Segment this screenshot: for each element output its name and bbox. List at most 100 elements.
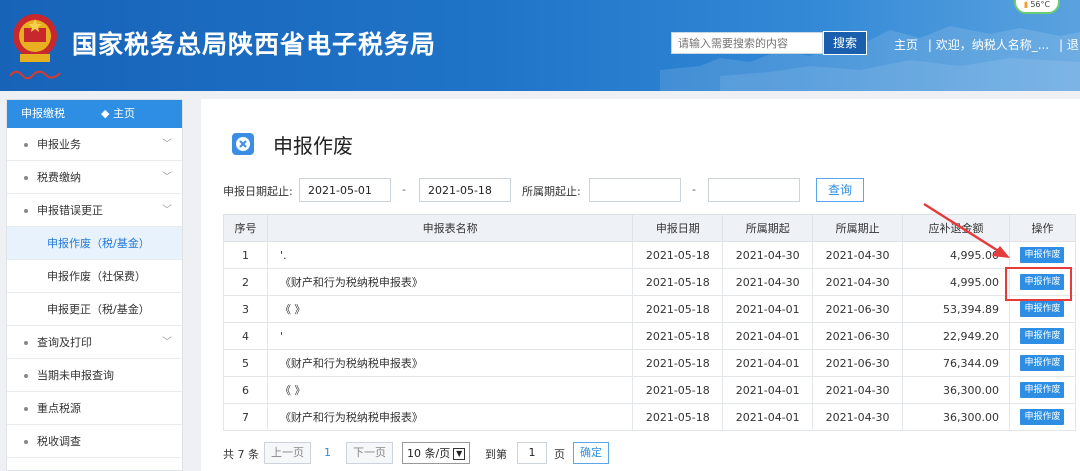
search-input[interactable] xyxy=(671,32,823,54)
table-cell: 2021-04-30 xyxy=(722,268,814,296)
pager-total: 共 7 条 xyxy=(223,448,259,461)
prev-page-button[interactable]: 上一页 xyxy=(264,442,311,464)
goto-label: 到第 xyxy=(485,448,507,461)
table-cell: 1 xyxy=(223,241,268,269)
sidebar-header-label: 申报缴税 xyxy=(21,107,65,120)
page-number[interactable]: 1 xyxy=(324,446,331,459)
void-declaration-button[interactable]: 申报作废 xyxy=(1020,328,1065,344)
table-cell: 2021-05-18 xyxy=(632,295,724,323)
table-row: 4 ' 2021-05-18 2021-04-01 2021-06-30 22,949.2… xyxy=(223,322,1077,350)
sidebar-item-label: 税费缴纳 xyxy=(37,171,81,184)
table-cell: 2 xyxy=(223,268,268,296)
goto-page-input[interactable]: 1 xyxy=(517,442,547,464)
table-row: 3 《 》 2021-05-18 2021-04-01 2021-06-30 53,394… xyxy=(223,295,1077,323)
date-from-input[interactable]: 2021-05-01 xyxy=(299,178,391,202)
sidebar-item-undeclared-query[interactable]: 当期未申报查询 xyxy=(7,359,182,392)
table-cell-action: 申报作废 xyxy=(1008,403,1077,431)
table-cell: 5 xyxy=(223,349,268,377)
table-cell: 36,300.00 xyxy=(902,376,1010,404)
period-to-input[interactable] xyxy=(708,178,800,202)
table-row: 2 《财产和行为税纳税申报表》 2021-05-18 2021-04-30 2021-0… xyxy=(223,268,1077,296)
bullet-icon xyxy=(24,374,28,378)
bullet-icon xyxy=(24,440,28,444)
table-cell: 2021-04-01 xyxy=(722,349,814,377)
table-cell: 4,995.00 xyxy=(902,268,1010,296)
table-cell: 《财产和行为税纳税申报表》 xyxy=(266,349,634,377)
chevron-down-icon: ﹀ xyxy=(162,139,172,150)
sidebar-item-void-tax[interactable]: 申报作废（税/基金） xyxy=(7,227,182,260)
void-declaration-button[interactable]: 申报作废 xyxy=(1020,355,1065,371)
bullet-icon xyxy=(24,407,28,411)
sidebar-item-label: 申报错误更正 xyxy=(37,204,103,217)
chevron-down-icon: ﹀ xyxy=(162,205,172,216)
table-header-row: 序号 申报表名称 申报日期 所属期起 所属期止 应补退金额 操作 xyxy=(223,214,1077,242)
query-button[interactable]: 查询 xyxy=(816,178,864,202)
column-header: 申报表名称 xyxy=(266,214,634,242)
sidebar-item-label: 申报业务 xyxy=(37,138,81,151)
table-cell: ' xyxy=(266,322,634,350)
main-panel: 申报作废 申报日期起止: 2021-05-01 - 2021-05-18 所属期… xyxy=(201,99,1080,471)
sidebar-item-void-social[interactable]: 申报作废（社保费） xyxy=(7,260,182,293)
chevron-down-icon: ﹀ xyxy=(162,337,172,348)
void-declaration-button[interactable]: 申报作废 xyxy=(1020,274,1065,290)
top-links: 主页 | 欢迎，纳税人名称_... | 退 xyxy=(894,36,1080,53)
sidebar-home-link[interactable]: ◆ 主页 xyxy=(101,100,135,128)
void-declaration-button[interactable]: 申报作废 xyxy=(1020,409,1065,425)
void-declaration-button[interactable]: 申报作废 xyxy=(1020,301,1065,317)
table-cell: 2021-04-01 xyxy=(722,322,814,350)
table-cell: 3 xyxy=(223,295,268,323)
column-header: 申报日期 xyxy=(632,214,724,242)
table-cell: '. xyxy=(266,241,634,269)
sidebar-item-label: 税收调查 xyxy=(37,435,81,448)
column-header: 所属期起 xyxy=(722,214,814,242)
sidebar-item-label: 申报更正（税/基金） xyxy=(47,303,150,316)
table-cell: 6 xyxy=(223,376,268,404)
bullet-icon xyxy=(24,341,28,345)
void-declaration-button[interactable]: 申报作废 xyxy=(1020,247,1065,263)
period-from-input[interactable] xyxy=(589,178,681,202)
chevron-down-icon: ﹀ xyxy=(162,172,172,183)
table-cell-action: 申报作废 xyxy=(1008,322,1077,350)
site-header: 国家税务总局陕西省电子税务局 搜索 主页 | 欢迎，纳税人名称_... | 退 … xyxy=(0,0,1080,91)
sidebar-item-key-tax-source[interactable]: 重点税源 xyxy=(7,392,182,425)
next-page-button[interactable]: 下一页 xyxy=(346,442,393,464)
search-button[interactable]: 搜索 xyxy=(823,31,867,55)
table-cell: 2021-04-30 xyxy=(812,268,904,296)
table-cell: 4 xyxy=(223,322,268,350)
table-cell: 76,344.09 xyxy=(902,349,1010,377)
bullet-icon xyxy=(24,209,28,213)
sidebar-item-correct-tax[interactable]: 申报更正（税/基金） xyxy=(7,293,182,326)
sidebar-item-correction[interactable]: 申报错误更正 ﹀ xyxy=(7,194,182,227)
table-cell: 《 》 xyxy=(266,376,634,404)
table-cell: 2021-05-18 xyxy=(632,322,724,350)
table-cell: 2021-04-30 xyxy=(812,241,904,269)
goto-confirm-button[interactable]: 确定 xyxy=(573,442,609,464)
column-header: 所属期止 xyxy=(812,214,904,242)
table-cell: 2021-05-18 xyxy=(632,376,724,404)
period-range-label: 所属期起止: xyxy=(522,185,581,198)
weather-widget: ▮ 56°C xyxy=(1014,0,1060,14)
table-cell: 2021-06-30 xyxy=(812,322,904,350)
welcome-user-link[interactable]: | 欢迎，纳税人名称_... xyxy=(928,38,1049,52)
sidebar-item-tax-survey[interactable]: 税收调查 xyxy=(7,425,182,458)
table-cell: 36,300.00 xyxy=(902,403,1010,431)
date-to-input[interactable]: 2021-05-18 xyxy=(419,178,511,202)
table-cell-action: 申报作废 xyxy=(1008,376,1077,404)
bullet-icon xyxy=(24,176,28,180)
page-size-select[interactable]: 10 条/页 ▼ xyxy=(402,442,471,464)
sidebar-item-query-print[interactable]: 查询及打印 ﹀ xyxy=(7,326,182,359)
table-row: 6 《 》 2021-05-18 2021-04-01 2021-04-30 36,300… xyxy=(223,376,1077,404)
period-separator: - xyxy=(692,183,696,196)
sidebar-item-tax-payment[interactable]: 税费缴纳 ﹀ xyxy=(7,161,182,194)
table-cell: 2021-05-18 xyxy=(632,241,724,269)
sidebar: 申报缴税 ◆ 主页 申报业务 ﹀ 税费缴纳 ﹀ 申报错误更正 ﹀ 申报作废（税/… xyxy=(6,99,183,471)
sidebar-item-label: 申报作废（社保费） xyxy=(47,270,146,283)
home-link[interactable]: 主页 xyxy=(894,38,918,52)
void-declaration-button[interactable]: 申报作废 xyxy=(1020,382,1065,398)
tax-emblem-icon xyxy=(13,14,57,62)
table-cell-action: 申报作废 xyxy=(1008,295,1077,323)
date-range-label: 申报日期起止: xyxy=(223,185,293,198)
logout-link[interactable]: | 退 xyxy=(1059,38,1079,52)
table-cell: 《 》 xyxy=(266,295,634,323)
sidebar-item-declaration[interactable]: 申报业务 ﹀ xyxy=(7,128,182,161)
